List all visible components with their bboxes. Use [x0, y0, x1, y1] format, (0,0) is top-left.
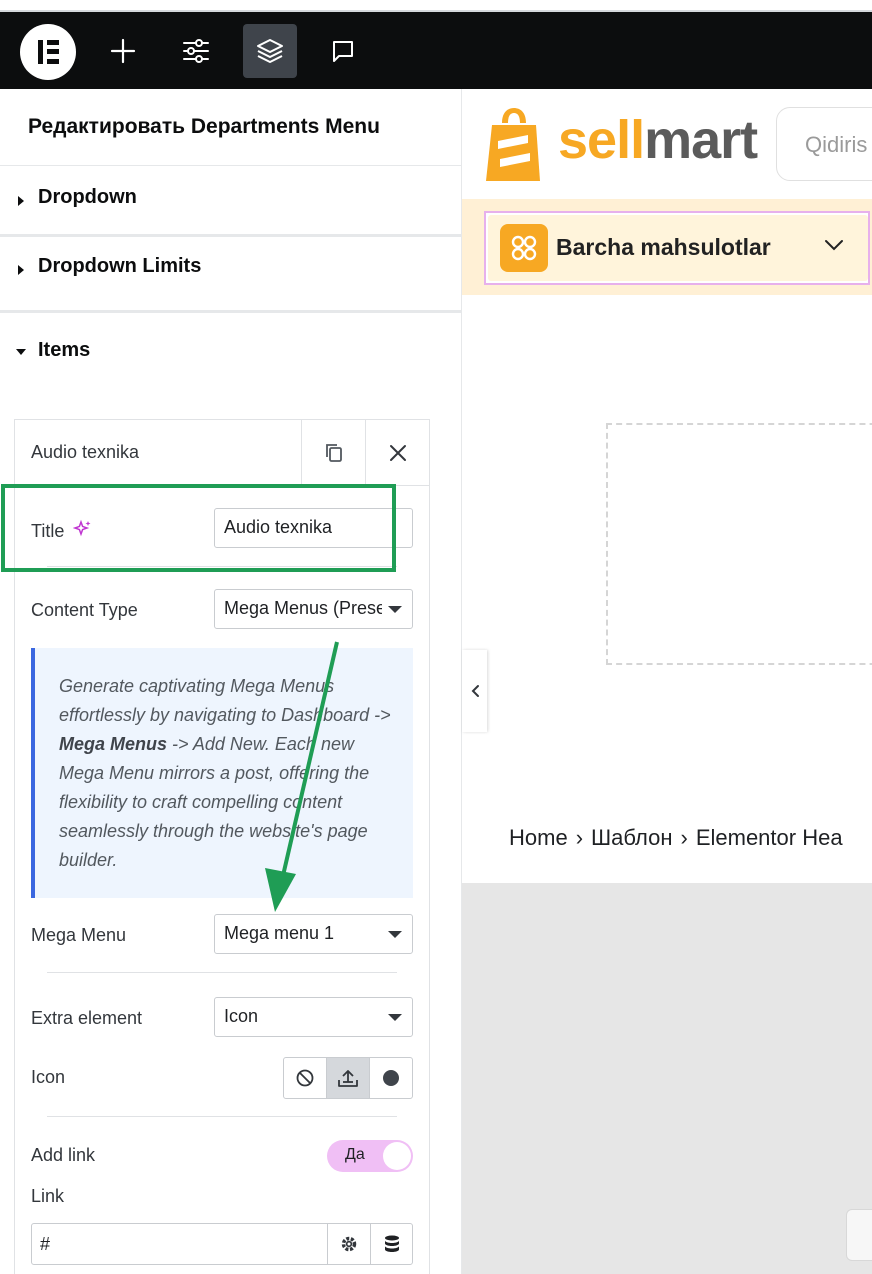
toggle-knob [383, 1142, 411, 1170]
panel-title: Редактировать Departments Menu [28, 115, 380, 138]
caret-down-icon [16, 349, 26, 355]
divider [47, 1116, 397, 1117]
plus-icon [110, 38, 136, 64]
breadcrumb-item: Elementor Hea [695, 825, 843, 850]
link-value: # [40, 1234, 51, 1254]
grid-icon [500, 224, 548, 272]
repeater-item-header[interactable]: Audio texnika [15, 420, 429, 486]
sellmart-logo-icon [486, 108, 540, 181]
chevron-right-icon: › [680, 825, 688, 850]
breadcrumb-item[interactable]: Шаблон [591, 825, 672, 850]
notice-text-end: -> Add New. Each new Mega Menu mirrors a… [59, 734, 370, 870]
breadcrumb: Home › Шаблон › Elementor Hea [509, 825, 843, 851]
section-dropdown[interactable]: Dropdown [0, 165, 461, 241]
icon-library-option[interactable] [370, 1058, 412, 1098]
content-type-select[interactable]: Mega Menus (Preset) [214, 589, 413, 629]
section-label: Dropdown [38, 186, 137, 208]
notes-button[interactable] [316, 24, 370, 78]
dropdown-arrow-icon [388, 606, 402, 613]
breadcrumb-item[interactable]: Home [509, 825, 568, 850]
extra-element-value: Icon [224, 1006, 259, 1026]
dropdown-arrow-icon [388, 931, 402, 938]
dynamic-tags-button[interactable] [370, 1224, 412, 1264]
remove-button[interactable] [365, 420, 429, 485]
mega-menu-notice: Generate captivating Mega Menus effortle… [31, 648, 413, 898]
link-field[interactable]: # [31, 1223, 413, 1265]
highlight-box [1, 484, 396, 572]
mega-menu-select[interactable]: Mega menu 1 [214, 914, 413, 954]
repeater-item-title: Audio texnika [31, 442, 140, 462]
layers-icon [257, 39, 283, 63]
caret-right-icon [18, 265, 24, 275]
search-placeholder: Qidiris [805, 132, 868, 157]
empty-widget-placeholder [606, 423, 872, 665]
departments-menu-button[interactable]: Barcha mahsulotlar [484, 211, 870, 285]
icon-chooser [283, 1057, 413, 1099]
content-type-value: Mega Menus (Preset) [224, 598, 382, 618]
icon-none-option[interactable] [284, 1058, 327, 1098]
search-input[interactable]: Qidiris [776, 107, 872, 181]
ban-icon [296, 1069, 314, 1087]
toggle-label: Да [345, 1146, 365, 1163]
departments-menu-label: Barcha mahsulotlar [556, 234, 771, 260]
collapse-panel-button[interactable] [462, 650, 487, 732]
floating-card [846, 1209, 872, 1261]
upload-icon [338, 1070, 358, 1087]
elementor-logo-icon[interactable] [20, 24, 76, 80]
gear-icon [341, 1236, 357, 1252]
caret-right-icon [18, 196, 24, 206]
mega-menu-value: Mega menu 1 [224, 923, 335, 943]
link-label: Link [31, 1186, 65, 1206]
section-items[interactable]: Items [0, 310, 461, 386]
add-element-button[interactable] [96, 24, 150, 78]
icon-label: Icon [31, 1067, 66, 1087]
comment-icon [333, 41, 353, 62]
content-type-label: Content Type [31, 600, 138, 620]
extra-element-label: Extra element [31, 1008, 143, 1028]
copy-icon [325, 443, 342, 462]
section-label: Items [38, 339, 91, 361]
notice-bold-text: Mega Menus [59, 734, 168, 754]
editor-topbar [0, 10, 872, 89]
icon-upload-option[interactable] [327, 1058, 370, 1098]
extra-element-select[interactable]: Icon [214, 997, 413, 1037]
section-label: Dropdown Limits [38, 255, 202, 277]
circle-icon [383, 1070, 399, 1086]
brand-part-1: sell [558, 110, 645, 170]
mega-menu-label: Mega Menu [31, 925, 127, 945]
structure-button[interactable] [243, 24, 297, 78]
chevron-down-icon [825, 240, 843, 251]
chevron-left-icon [471, 685, 479, 697]
notice-text: Generate captivating Mega Menus effortle… [59, 676, 391, 725]
database-icon [384, 1235, 399, 1252]
brand-part-2: mart [644, 110, 758, 170]
content-area [462, 883, 872, 1274]
editor-panel: Редактировать Departments Menu Dropdown … [0, 89, 462, 1274]
duplicate-button[interactable] [301, 420, 365, 485]
link-options-button[interactable] [327, 1224, 370, 1264]
divider [47, 972, 397, 973]
section-dropdown-limits[interactable]: Dropdown Limits [0, 234, 461, 310]
add-link-label: Add link [31, 1145, 96, 1165]
add-link-toggle[interactable]: Да [327, 1140, 413, 1172]
chevron-right-icon: › [575, 825, 584, 850]
brand-name: sellmart [558, 109, 758, 171]
site-preview: sellmart Qidiris Barcha mahsulotlar Home… [462, 89, 872, 1274]
close-icon [389, 444, 406, 461]
site-settings-button[interactable] [169, 24, 223, 78]
sliders-icon [183, 39, 209, 63]
dropdown-arrow-icon [388, 1014, 402, 1021]
